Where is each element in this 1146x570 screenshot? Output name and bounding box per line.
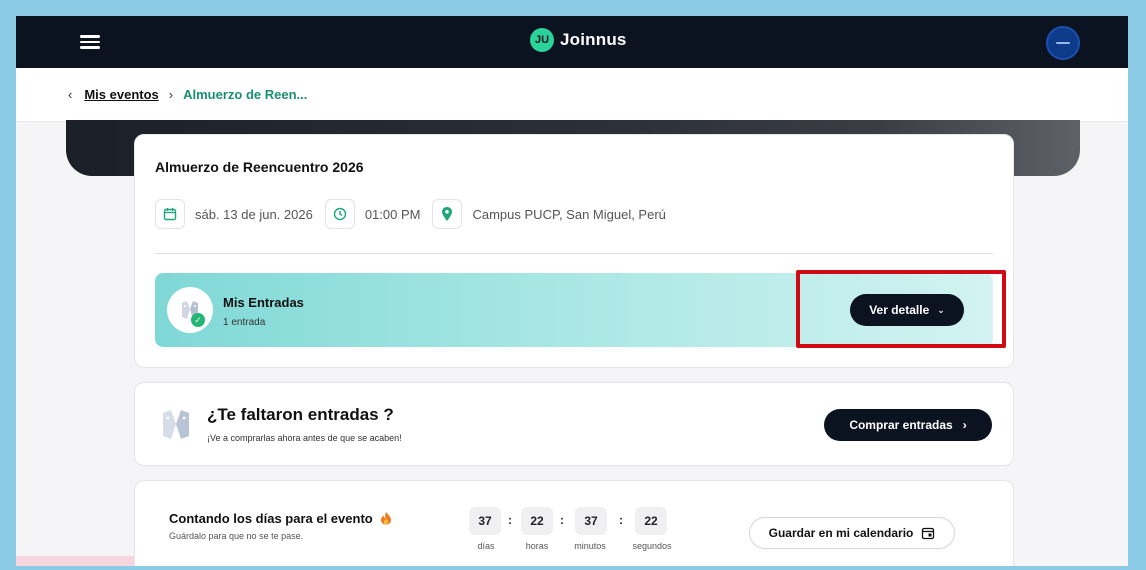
ticket-icon	[167, 287, 213, 333]
breadcrumb: ‹ Mis eventos › Almuerzo de Reen...	[16, 68, 1128, 122]
countdown-dias-value: 37	[469, 507, 501, 535]
mis-entradas-title: Mis Entradas	[223, 295, 304, 310]
calendar-icon	[922, 527, 935, 540]
brand-logo[interactable]: JU Joinnus	[530, 28, 627, 52]
ver-detalle-label: Ver detalle	[869, 303, 930, 317]
countdown-minutos-label: minutos	[574, 541, 606, 551]
faltaron-subtitle: ¡Ve a comprarlas ahora antes de que se a…	[207, 433, 402, 443]
countdown-dias-label: días	[477, 541, 495, 551]
countdown-title: Contando los días para el evento	[169, 511, 392, 526]
event-date-text: sáb. 13 de jun. 2026	[195, 206, 313, 222]
countdown-separator: :	[560, 513, 564, 527]
event-meta: sáb. 13 de jun. 2026 01:00 PM Campus PUC…	[155, 197, 678, 231]
comprar-entradas-label: Comprar entradas	[849, 418, 953, 432]
event-time: 01:00 PM	[324, 199, 421, 229]
breadcrumb-current: Almuerzo de Reen...	[183, 87, 308, 102]
map-pin-icon	[432, 199, 463, 229]
countdown-segundos-label: segundos	[632, 541, 672, 551]
bottom-edge-strip	[16, 556, 134, 566]
event-time-text: 01:00 PM	[364, 206, 421, 222]
event-location-text: Campus PUCP, San Miguel, Perú	[472, 206, 666, 222]
top-nav-bar: JU Joinnus	[16, 16, 1128, 68]
event-date: sáb. 13 de jun. 2026	[155, 199, 313, 229]
ver-detalle-button[interactable]: Ver detalle ⌄	[850, 294, 964, 326]
countdown-subtitle: Guárdalo para que no se te pase.	[169, 531, 304, 541]
guardar-calendario-label: Guardar en mi calendario	[768, 526, 914, 540]
countdown-horas-label: horas	[525, 541, 549, 551]
logo-mark-icon: JU	[530, 28, 554, 52]
event-title: Almuerzo de Reencuentro 2026	[155, 159, 364, 175]
event-location: Campus PUCP, San Miguel, Perú	[432, 199, 666, 229]
app-frame: JU Joinnus ‹ Mis eventos › Almuerzo de R…	[16, 16, 1128, 566]
guardar-calendario-button[interactable]: Guardar en mi calendario	[749, 517, 955, 549]
chevron-down-icon: ⌄	[937, 304, 945, 315]
chevron-left-icon[interactable]: ‹	[68, 87, 72, 102]
menu-icon[interactable]	[80, 32, 100, 52]
clock-icon	[324, 199, 355, 229]
countdown-card: Contando los días para el evento Guárdal…	[134, 480, 1014, 566]
brand-name: Joinnus	[560, 30, 627, 49]
ticket-icon	[159, 405, 193, 445]
check-icon: ✓	[191, 313, 205, 327]
countdown-segundos-value: 22	[635, 507, 667, 535]
breadcrumb-separator: ›	[168, 87, 174, 102]
countdown-title-text: Contando los días para el evento	[169, 511, 373, 526]
countdown-separator: :	[619, 513, 623, 527]
chevron-right-icon: ›	[962, 418, 967, 432]
mis-entradas-count: 1 entrada	[223, 317, 266, 328]
fire-icon	[381, 512, 392, 525]
user-avatar[interactable]	[1046, 26, 1080, 60]
faltaron-title: ¿Te faltaron entradas ?	[207, 405, 394, 424]
countdown-minutos-value: 37	[575, 507, 607, 535]
comprar-entradas-button[interactable]: Comprar entradas ›	[824, 409, 992, 441]
breadcrumb-mis-eventos[interactable]: Mis eventos	[84, 87, 158, 102]
calendar-icon	[155, 199, 185, 229]
divider	[155, 253, 993, 254]
countdown-horas-value: 22	[521, 507, 553, 535]
countdown-separator: :	[508, 513, 512, 527]
